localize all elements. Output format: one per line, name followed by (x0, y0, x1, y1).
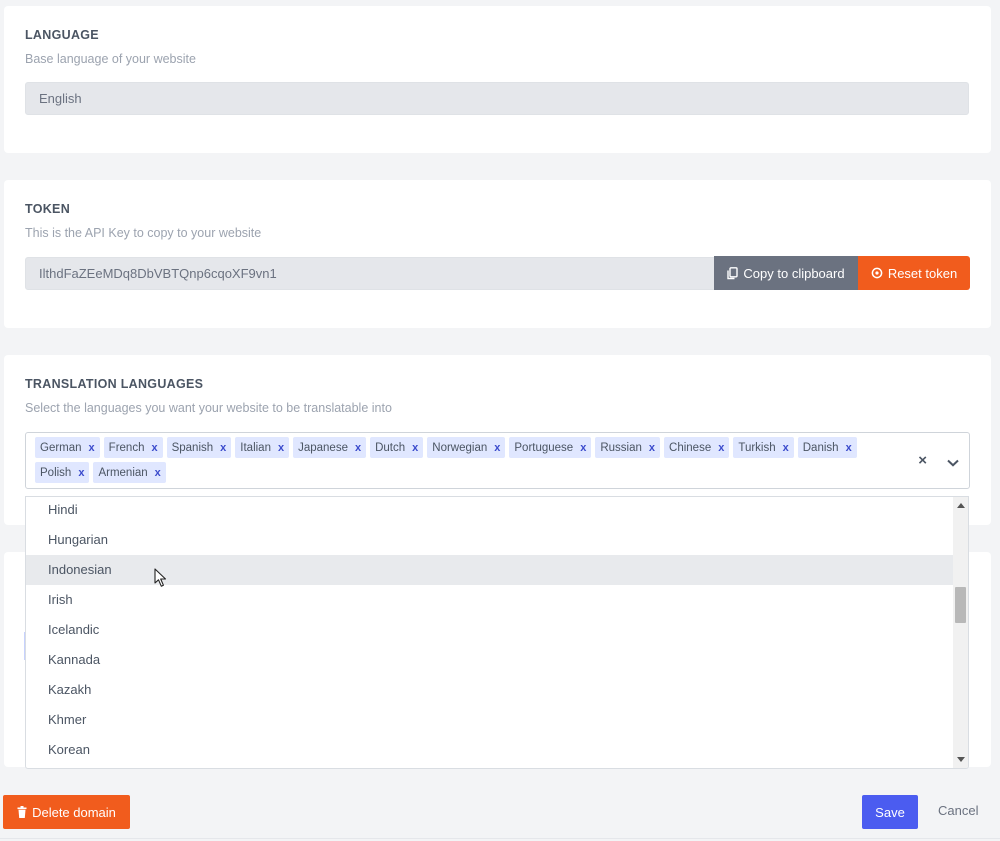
language-option[interactable]: Hindi (26, 497, 954, 525)
reset-token-label: Reset token (887, 265, 958, 281)
reset-icon (871, 267, 883, 279)
remove-tag-icon[interactable]: x (783, 442, 789, 454)
delete-domain-button[interactable]: Delete domain (3, 795, 130, 829)
remove-tag-icon[interactable]: x (494, 442, 500, 454)
delete-domain-label: Delete domain (32, 804, 116, 820)
translation-description: Select the languages you want your websi… (25, 401, 392, 415)
remove-tag-icon[interactable]: x (412, 442, 418, 454)
language-tag-label: Italian (240, 441, 271, 454)
api-token-field[interactable]: IlthdFaZEeMDq8DbVBTQnp6cqoXF9vn1 (25, 257, 715, 290)
language-options-dropdown[interactable]: Hindi Hungarian Indonesian Irish Icelandic Ka… (25, 496, 969, 769)
language-tag-label: French (108, 441, 145, 454)
token-title: TOKEN (25, 202, 71, 216)
save-button[interactable]: Save (862, 795, 918, 829)
translation-languages-multiselect[interactable]: German x French x Spanish x Italian x Japanese x D… (25, 432, 970, 489)
language-option[interactable]: Icelandic (26, 615, 954, 645)
language-option[interactable]: Kannada (26, 645, 954, 675)
language-tag: Spanish x (166, 437, 232, 458)
copy-to-clipboard-button[interactable]: Copy to clipboard (714, 256, 858, 290)
domain-settings-page: LANGUAGE Base language of your website E… (0, 0, 1000, 841)
language-tag-label: Norwegian (432, 441, 488, 454)
footer-divider (0, 838, 1000, 839)
scroll-up-arrow-icon[interactable] (957, 503, 965, 508)
language-tag-label: Russian (600, 441, 642, 454)
chevron-down-icon[interactable] (947, 454, 959, 472)
language-tag-label: Dutch (375, 441, 406, 454)
remove-tag-icon[interactable]: x (89, 442, 95, 454)
language-option[interactable]: Khmer (26, 705, 954, 735)
token-description: This is the API Key to copy to your webs… (25, 226, 262, 240)
language-tag: French x (103, 437, 163, 458)
language-tag: Russian x (595, 437, 661, 458)
language-tag-label: Portuguese (514, 441, 574, 454)
remove-tag-icon[interactable]: x (155, 467, 161, 479)
language-tag: Turkish x (733, 437, 794, 458)
language-title: LANGUAGE (25, 28, 99, 42)
remove-tag-icon[interactable]: x (718, 442, 724, 454)
language-tag-label: German (40, 441, 82, 454)
language-tag: Norwegian x (427, 437, 506, 458)
language-tag-label: Danish (802, 441, 839, 454)
language-tag: Chinese x (664, 437, 730, 458)
language-tag-label: Polish (40, 466, 72, 479)
language-tag: Armenian x (93, 462, 166, 483)
remove-tag-icon[interactable]: x (580, 442, 586, 454)
language-option[interactable]: Hungarian (26, 525, 954, 555)
language-tag: Italian x (235, 437, 290, 458)
remove-tag-icon[interactable]: x (151, 442, 157, 454)
trash-icon (17, 806, 27, 818)
language-option[interactable]: Kazakh (26, 675, 954, 705)
scroll-down-arrow-icon[interactable] (957, 757, 965, 762)
translation-title: TRANSLATION LANGUAGES (25, 377, 204, 391)
reset-token-button[interactable]: Reset token (858, 256, 970, 290)
language-tag-label: Spanish (171, 441, 214, 454)
language-tag: Japanese x (293, 437, 367, 458)
mouse-pointer-icon (154, 568, 168, 593)
remove-tag-icon[interactable]: x (846, 442, 852, 454)
language-tag: Polish x (35, 462, 90, 483)
language-option[interactable]: Korean (26, 735, 954, 765)
language-tag: Portuguese x (509, 437, 592, 458)
remove-tag-icon[interactable]: x (78, 467, 84, 479)
language-tag: Dutch x (370, 437, 424, 458)
scroll-thumb[interactable] (955, 587, 966, 623)
base-language-field[interactable]: English (25, 82, 969, 115)
cancel-link[interactable]: Cancel (938, 803, 978, 818)
language-tag: Danish x (797, 437, 857, 458)
dropdown-scrollbar[interactable] (953, 497, 968, 768)
language-tag-label: Japanese (298, 441, 348, 454)
language-card: LANGUAGE Base language of your website E… (4, 6, 991, 153)
language-tag-label: Armenian (98, 466, 148, 479)
copy-to-clipboard-label: Copy to clipboard (743, 265, 845, 281)
language-tag: German x (35, 437, 100, 458)
remove-tag-icon[interactable]: x (649, 442, 655, 454)
selected-tags: German x French x Spanish x Italian x Japanese x D… (35, 437, 905, 483)
remove-tag-icon[interactable]: x (355, 442, 361, 454)
remove-tag-icon[interactable]: x (220, 442, 226, 454)
clear-all-icon[interactable]: × (918, 452, 927, 469)
token-card: TOKEN This is the API Key to copy to you… (4, 180, 991, 328)
copy-icon (727, 266, 739, 280)
remove-tag-icon[interactable]: x (278, 442, 284, 454)
language-description: Base language of your website (25, 52, 196, 66)
language-tag-label: Turkish (738, 441, 776, 454)
language-tag-label: Chinese (669, 441, 712, 454)
